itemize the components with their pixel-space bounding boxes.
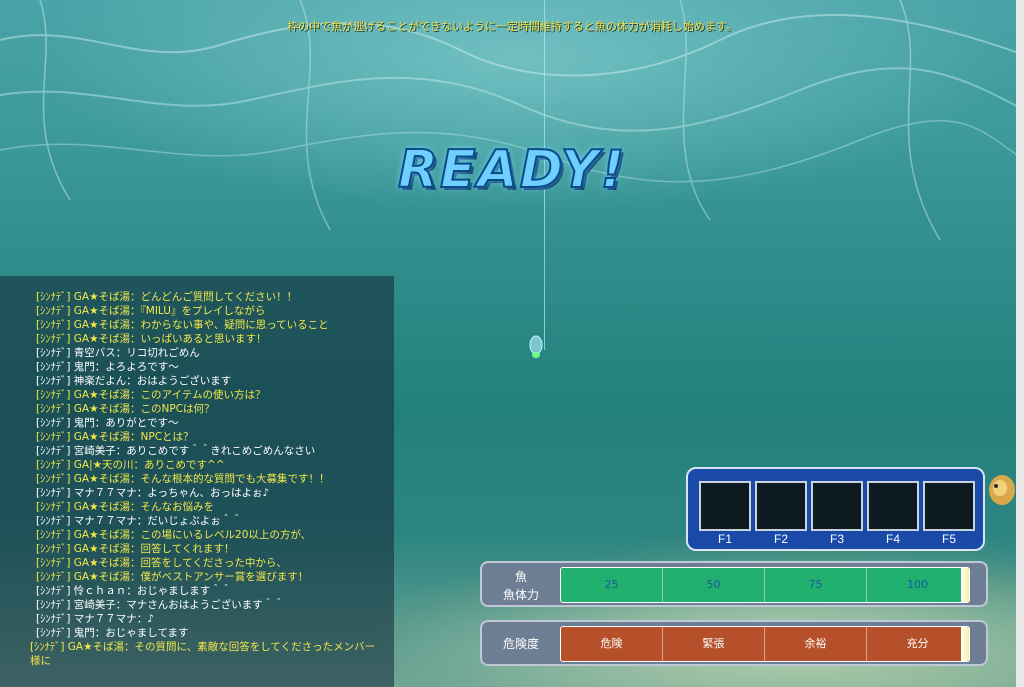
ready-banner: READY! [397,139,627,201]
hotkey-label: F2 [773,532,788,546]
gauge-marker [961,627,969,661]
fish-icon [989,475,1015,505]
gauge-segment: 75 [765,568,867,602]
gauge-marker [961,568,969,602]
hotkey-slot-f2[interactable] [755,481,807,531]
gauge-segment: 25 [561,568,663,602]
chat-line: [ｼﾝﾅﾃﾞ] マナ７７マナ：♪ [36,613,154,625]
chat-line: [ｼﾝﾅﾃﾞ] GA★そば湯：そんなお悩みを [36,501,215,513]
chat-line: [ｼﾝﾅﾃﾞ] GA★そば湯：その質問に、素敵な回答をしてくださったメンバー様に [30,641,376,667]
fish-stamina-label: 魚体力 [502,588,539,602]
hotkey-slot-f4[interactable] [867,481,919,531]
hotkey-bar: F1 F2 F3 F4 F5 [686,467,985,551]
chat-line: [ｼﾝﾅﾃﾞ] 鬼門：ありがとです～ [36,417,179,429]
gauge-segment: 余裕 [765,627,867,661]
gauge-segment: 危険 [561,627,663,661]
fish-stamina-gauge: 魚 魚体力 25 50 75 100 [480,561,988,607]
chat-line: [ｼﾝﾅﾃﾞ] マナ７７マナ：だいじょぶよぉ＾＾ [36,515,242,527]
chat-line: [ｼﾝﾅﾃﾞ] 神楽だよん：おはようございます [36,375,232,387]
hotkey-slot-f3[interactable] [811,481,863,531]
gauge-segment: 100 [867,568,969,602]
chat-line: [ｼﾝﾅﾃﾞ] 鬼門：おじゃましてます [36,627,189,639]
fish-label: 魚 [514,570,527,584]
danger-label: 危険度 [502,637,539,651]
chat-log[interactable]: [ｼﾝﾅﾃﾞ] GA★そば湯：どんどんご質問してください！！ [ｼﾝﾅﾃﾞ] GA… [0,276,394,687]
lure-icon [529,335,543,358]
hotkey-label: F5 [941,532,956,546]
chat-line: [ｼﾝﾅﾃﾞ] GA★そば湯：このNPCは何？ [36,403,215,415]
gauge-segment: 緊張 [663,627,765,661]
chat-line: [ｼﾝﾅﾃﾞ] 怜ｃｈａｎ：おじゃまします＾＾ [36,585,232,597]
hotkey-slot-f5[interactable] [923,481,975,531]
chat-line: [ｼﾝﾅﾃﾞ] GA★そば湯：回答をしてくださった中から、 [36,557,287,569]
chat-line: [ｼﾝﾅﾃﾞ] GA★そば湯：この場にいるレベル20以上の方が、 [36,529,312,541]
chat-line: [ｼﾝﾅﾃﾞ] GA★そば湯：このアイテムの使い方は？ [36,389,266,401]
danger-bar: 危険 緊張 余裕 充分 [560,626,970,662]
chat-line: [ｼﾝﾅﾃﾞ] GA★そば湯：わからない事や、疑問に思っていること [36,319,329,331]
chat-line: [ｼﾝﾅﾃﾞ] GA★そば湯：いっぱいあると思います！ [36,333,267,345]
hotkey-label: F4 [885,532,900,546]
water-caustics [0,0,1024,241]
hotkey-label: F1 [717,532,732,546]
chat-line: [ｼﾝﾅﾃﾞ] 宮崎美子：ありこめです＾＾きれこめごめんなさい [36,445,316,457]
chat-line: [ｼﾝﾅﾃﾞ] 鬼門：よろよろです～ [36,361,179,373]
chat-line: [ｼﾝﾅﾃﾞ] 青空バス：リコ切れごめん [36,347,200,359]
chat-line: [ｼﾝﾅﾃﾞ] GA★そば湯：回答してくれます！ [36,543,235,555]
hotkey-slot-f1[interactable] [699,481,751,531]
gauge-segment: 充分 [867,627,969,661]
chat-line: [ｼﾝﾅﾃﾞ] マナ７７マナ：よっちゃん、おっはよぉ♪ [36,487,270,499]
chat-line: [ｼﾝﾅﾃﾞ] 宮崎美子：マナさんおはようございます＾＾ [36,599,284,611]
chat-line: [ｼﾝﾅﾃﾞ] GA|★天の川：ありこめです^^ [36,459,225,471]
chat-line: [ｼﾝﾅﾃﾞ] GA★そば湯：そんな根本的な質問でも大募集です！！ [36,473,330,485]
chat-line: [ｼﾝﾅﾃﾞ] GA★そば湯：僕がベストアンサー賞を選びます！ [36,571,309,583]
chat-line: [ｼﾝﾅﾃﾞ] GA★そば湯：NPCとは？ [36,431,194,443]
gauge-segment: 50 [663,568,765,602]
chat-line: [ｼﾝﾅﾃﾞ] GA★そば湯：『MILU』をプレイしながら [36,305,266,317]
chat-line: [ｼﾝﾅﾃﾞ] GA★そば湯：どんどんご質問してください！！ [36,291,298,303]
tutorial-hint: 枠の中で魚が逃げることができないように一定時間維持すると魚の体力が消耗し始めます… [287,20,737,33]
danger-gauge: 危険度 危険 緊張 余裕 充分 [480,620,988,666]
hotkey-label: F3 [829,532,844,546]
window-edge [1016,0,1024,687]
fish-stamina-bar: 25 50 75 100 [560,567,970,603]
